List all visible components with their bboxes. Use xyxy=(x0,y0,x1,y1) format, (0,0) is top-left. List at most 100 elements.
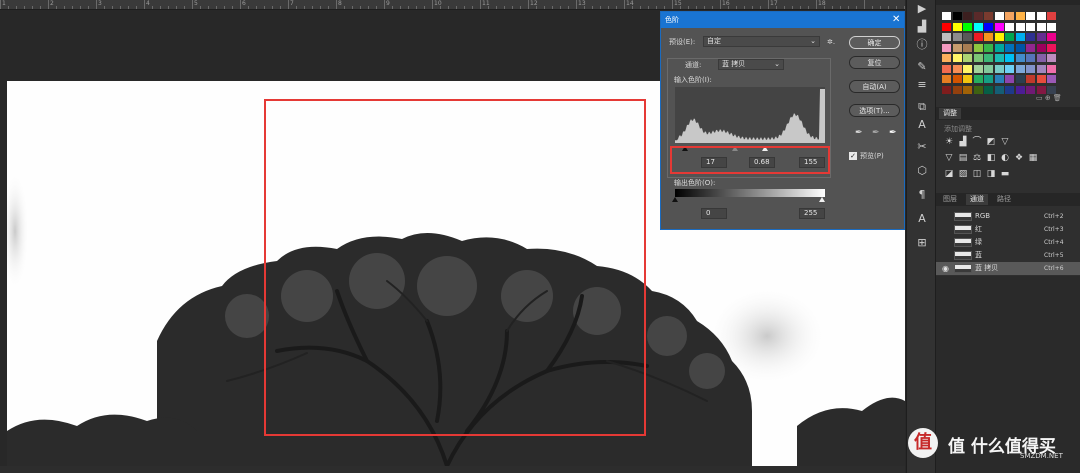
color-swatch[interactable] xyxy=(1047,22,1056,31)
color-swatch[interactable] xyxy=(984,33,993,41)
color-swatch[interactable] xyxy=(973,85,983,94)
color-swatch[interactable] xyxy=(963,33,972,41)
tab-paths[interactable]: 路径 xyxy=(993,194,1015,205)
channel-select[interactable]: 蓝 拷贝 ⌄ xyxy=(718,59,784,70)
histogram-icon[interactable]: ▟ xyxy=(914,20,930,34)
posterize-icon[interactable]: ▨ xyxy=(958,170,968,179)
play-icon[interactable]: ▶ xyxy=(914,2,930,16)
color-swatch[interactable] xyxy=(942,85,951,94)
color-swatch[interactable] xyxy=(984,43,993,52)
color-swatch[interactable] xyxy=(942,43,951,52)
color-swatch[interactable] xyxy=(973,43,983,52)
channel-row-rgb[interactable]: RGB Ctrl+2 xyxy=(936,210,1080,223)
channel-row-blue[interactable]: 蓝 Ctrl+5 xyxy=(936,249,1080,262)
color-swatch[interactable] xyxy=(952,54,962,62)
tab-adjustments[interactable]: 调整 xyxy=(939,108,961,119)
color-swatch[interactable] xyxy=(994,54,1004,62)
color-swatch[interactable] xyxy=(942,22,951,31)
close-icon[interactable]: ✕ xyxy=(892,14,900,25)
color-swatch[interactable] xyxy=(1015,64,1025,73)
color-balance-icon[interactable]: ⚖ xyxy=(972,154,982,163)
color-swatch[interactable] xyxy=(984,54,993,62)
color-swatch[interactable] xyxy=(984,12,993,20)
invert-icon[interactable]: ◪ xyxy=(944,170,954,179)
paragraph-icon[interactable]: ¶ xyxy=(914,188,930,202)
color-swatch[interactable] xyxy=(994,22,1004,31)
color-swatch[interactable] xyxy=(963,22,972,31)
color-swatch[interactable] xyxy=(1005,12,1014,20)
color-swatch[interactable] xyxy=(952,43,962,52)
color-swatch[interactable] xyxy=(963,75,972,83)
color-swatch[interactable] xyxy=(1036,43,1046,52)
brightness-icon[interactable]: ☀ xyxy=(944,138,954,147)
tab-layers[interactable]: 图层 xyxy=(939,194,961,205)
color-swatch[interactable] xyxy=(952,12,962,20)
color-swatch[interactable] xyxy=(1026,75,1035,83)
color-swatch[interactable] xyxy=(994,75,1004,83)
color-swatch[interactable] xyxy=(1047,64,1056,73)
brush-icon[interactable]: ✎ xyxy=(914,60,930,74)
color-swatch[interactable] xyxy=(963,85,972,94)
color-swatch[interactable] xyxy=(1015,43,1025,52)
channel-row-red[interactable]: 红 Ctrl+3 xyxy=(936,223,1080,236)
color-swatch[interactable] xyxy=(984,22,993,31)
color-swatch[interactable] xyxy=(973,12,983,20)
color-swatch[interactable] xyxy=(1005,54,1014,62)
color-swatch[interactable] xyxy=(973,64,983,73)
color-swatch[interactable] xyxy=(952,33,962,41)
color-swatch[interactable] xyxy=(1026,64,1035,73)
exposure-icon[interactable]: ◩ xyxy=(986,138,996,147)
color-swatch[interactable] xyxy=(1026,43,1035,52)
color-swatch[interactable] xyxy=(942,12,951,20)
preview-checkbox[interactable]: ✓ xyxy=(849,152,857,160)
color-swatch[interactable] xyxy=(1015,12,1025,20)
reset-button[interactable]: 复位 xyxy=(849,56,900,69)
output-white-slider[interactable] xyxy=(819,197,825,202)
color-swatch[interactable] xyxy=(942,33,951,41)
color-swatch[interactable] xyxy=(1015,54,1025,62)
color-swatch[interactable] xyxy=(973,54,983,62)
color-swatch[interactable] xyxy=(1047,75,1056,83)
color-swatch[interactable] xyxy=(1026,33,1035,41)
color-swatch[interactable] xyxy=(1026,12,1035,20)
color-swatch[interactable] xyxy=(1047,33,1056,41)
color-swatch[interactable] xyxy=(1005,85,1014,94)
output-black-slider[interactable] xyxy=(672,197,678,202)
color-swatch[interactable] xyxy=(942,75,951,83)
color-swatch[interactable] xyxy=(1005,22,1014,31)
layer-comps-icon[interactable]: ⊞ xyxy=(914,236,930,250)
color-swatch[interactable] xyxy=(994,33,1004,41)
type-icon[interactable]: A xyxy=(914,212,930,226)
levels-icon[interactable]: ▟ xyxy=(958,138,968,147)
black-eyedropper-icon[interactable]: ✒ xyxy=(855,128,863,138)
hue-saturation-icon[interactable]: ▤ xyxy=(958,154,968,163)
color-swatch[interactable] xyxy=(1036,54,1046,62)
color-swatch[interactable] xyxy=(1036,12,1046,20)
auto-button[interactable]: 自动(A) xyxy=(849,80,900,93)
output-white-field[interactable]: 255 xyxy=(799,208,825,219)
color-swatch[interactable] xyxy=(973,75,983,83)
color-swatch[interactable] xyxy=(1026,54,1035,62)
color-swatch[interactable] xyxy=(1047,54,1056,62)
color-swatch[interactable] xyxy=(1015,75,1025,83)
color-swatch[interactable] xyxy=(942,64,951,73)
color-lookup-icon[interactable]: ▦ xyxy=(1028,154,1038,163)
eye-icon[interactable]: ◉ xyxy=(942,264,951,273)
info-icon[interactable]: ⓘ xyxy=(914,38,930,52)
gradient-map-icon[interactable]: ▬ xyxy=(1000,170,1010,179)
color-swatch[interactable] xyxy=(984,75,993,83)
channel-row-green[interactable]: 绿 Ctrl+4 xyxy=(936,236,1080,249)
color-swatch[interactable] xyxy=(994,12,1004,20)
color-swatch[interactable] xyxy=(1005,64,1014,73)
color-swatch[interactable] xyxy=(1005,33,1014,41)
gradient-icon[interactable]: ▽ xyxy=(1000,138,1010,147)
color-swatch[interactable] xyxy=(1036,22,1046,31)
color-swatch[interactable] xyxy=(1015,33,1025,41)
color-swatch[interactable] xyxy=(1015,85,1025,94)
color-swatch[interactable] xyxy=(1026,22,1035,31)
channel-mixer-icon[interactable]: ❖ xyxy=(1014,154,1024,163)
color-swatch[interactable] xyxy=(1047,85,1056,94)
color-swatch[interactable] xyxy=(952,64,962,73)
vibrance-icon[interactable]: ▽ xyxy=(944,154,954,163)
color-swatch[interactable] xyxy=(973,33,983,41)
